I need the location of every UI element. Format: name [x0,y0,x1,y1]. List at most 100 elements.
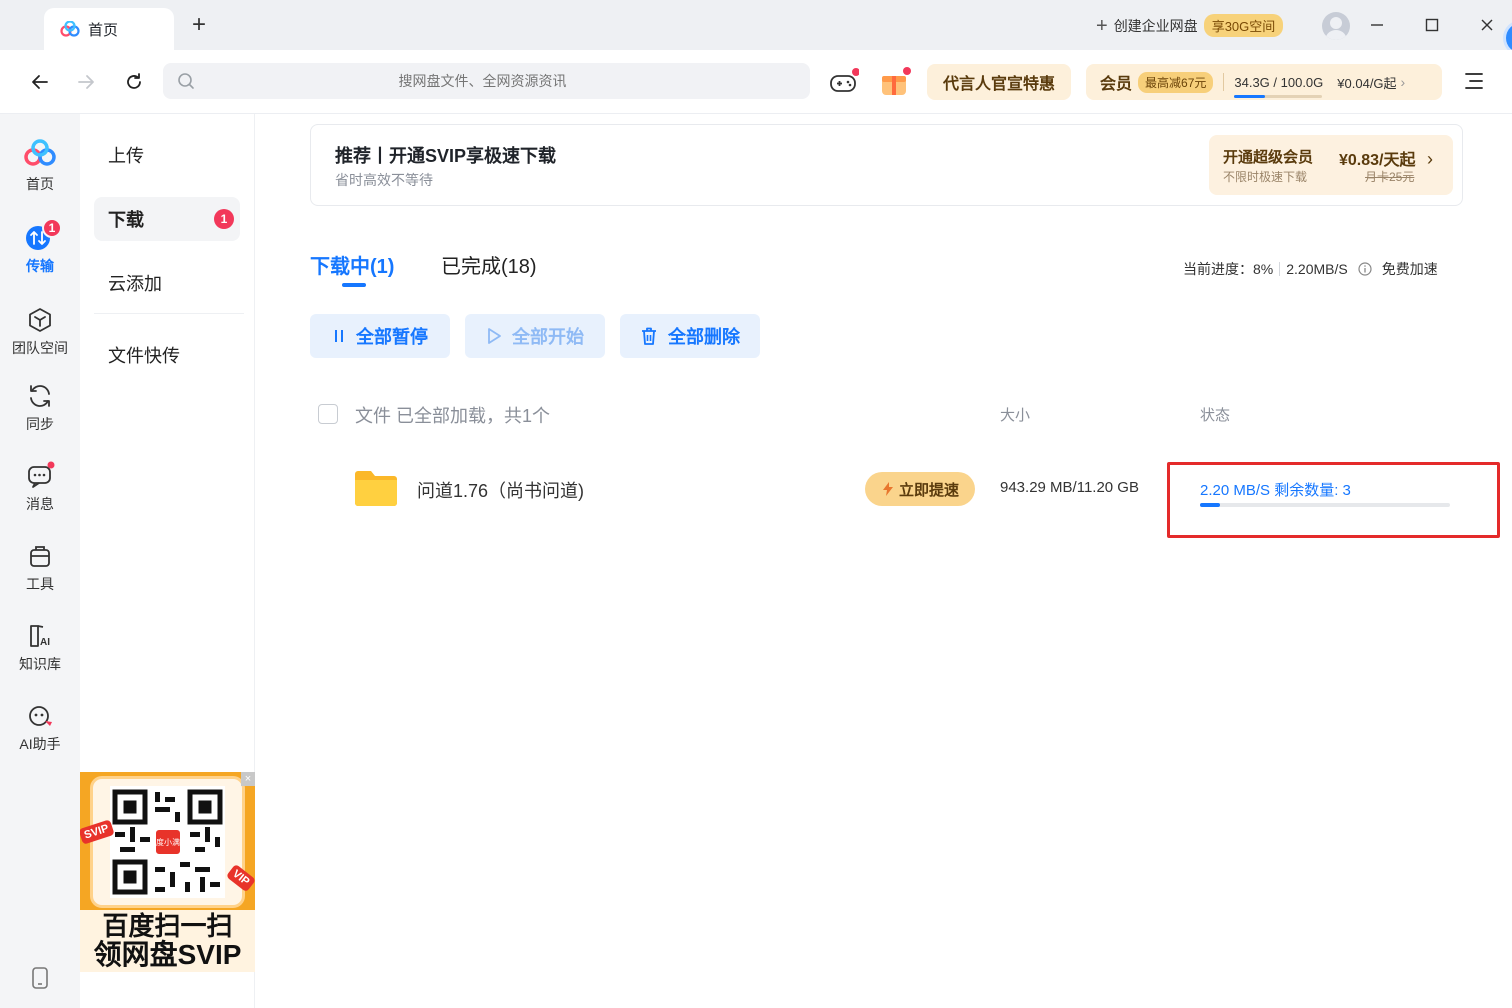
spokesperson-promo-button[interactable]: 代言人官宣特惠 [927,64,1071,100]
hamburger-menu-icon [1465,73,1483,89]
rail-label: 消息 [26,496,54,512]
refresh-icon [127,73,141,89]
free-accelerate-link[interactable]: 免费加速 [1382,259,1438,279]
forward-button[interactable] [72,68,100,96]
ad-line-1: 百度扫一扫 [102,911,233,941]
game-button[interactable] [829,68,859,96]
svip-banner: 推荐丨开通SVIP享极速下载 省时高效不等待 开通超级会员 不限时极速下载 ¥0… [310,124,1463,206]
phone-icon[interactable] [31,966,49,990]
rail-label: 知识库 [19,656,61,672]
open-svip-button[interactable]: 开通超级会员 不限时极速下载 ¥0.83/天起 月卡25元 › [1209,135,1453,195]
chevron-right-icon: › [1427,149,1433,169]
create-enterprise-button[interactable]: + 创建企业网盘 享30G空间 [1096,14,1284,37]
search-input[interactable] [195,73,810,89]
rail-label: 传输 [26,258,54,274]
rail-item-tools[interactable]: 工具 [0,542,80,594]
gift-icon [882,67,911,95]
chevron-right-icon: › [1400,74,1406,90]
menu-button[interactable] [1462,70,1486,92]
tab-completed[interactable]: 已完成(18) [441,250,537,279]
pause-icon [335,330,343,342]
rail-label: AI助手 [19,736,61,752]
vip-old-price: 月卡25元 [1365,170,1415,184]
enterprise-label: 创建企业网盘 [1113,17,1198,34]
start-all-label: 全部开始 [512,327,584,347]
title-bar: 首页 + + 创建企业网盘 享30G空间 [0,0,1512,56]
speed-up-label: 立即提速 [898,481,959,499]
subnav-item-quick-transfer[interactable]: 文件快传 [94,333,240,377]
storage-bar-fill [1234,94,1265,98]
status-column-header: 状态 [1200,407,1231,424]
plus-icon: + [1096,14,1108,37]
back-button[interactable] [26,68,54,96]
speed-label: 2.20MB/S [1286,261,1348,277]
progress-label: 当前进度：8% [1183,261,1274,277]
file-column-header: 文件 已全部加载，共1个 [355,406,551,426]
highlight-box [1167,462,1500,538]
rail-item-knowledge[interactable]: AI 知识库 [0,622,80,674]
banner-title: 推荐丨开通SVIP享极速下载 [335,146,557,166]
cube-icon [29,308,51,332]
delete-all-label: 全部删除 [668,327,740,347]
storage-meter: 34.3G / 100.0G [1234,74,1324,98]
baidu-cloud-icon [60,21,80,37]
ai-assistant-icon [29,706,52,726]
subnav-item-upload[interactable]: 上传 [94,133,240,177]
arrow-right-icon [78,75,94,89]
sync-icon [30,385,50,407]
start-all-button[interactable]: 全部开始 [465,314,605,358]
message-icon [28,461,55,488]
left-rail: 首页 1 传输 团队空间 同步 消息 工具 AI 知识库 AI助手 [0,114,80,1008]
refresh-button[interactable] [120,68,148,96]
member-badge: 最高减67元 [1138,71,1214,93]
file-name: 问道1.76（尚书问道) [417,481,585,501]
subnav-label: 下载 [108,210,144,230]
rail-item-transfer[interactable]: 1 传输 [0,218,80,276]
file-size: 943.29 MB/11.20 GB [1000,479,1139,496]
speed-up-button[interactable]: 立即提速 [865,472,975,506]
pause-all-button[interactable]: 全部暂停 [310,314,450,358]
tab-downloading[interactable]: 下载中(1) [310,250,394,279]
close-button[interactable] [1472,12,1502,38]
rail-item-ai-assistant[interactable]: AI助手 [0,702,80,754]
delete-all-button[interactable]: 全部删除 [620,314,760,358]
gift-button[interactable] [879,66,913,98]
download-stats: 当前进度：8% 2.20MB/S 免费加速 [1183,259,1438,279]
play-icon [488,328,501,344]
new-tab-button[interactable]: + [192,13,206,37]
rail-item-messages[interactable]: 消息 [0,460,80,514]
enterprise-badge: 享30G空间 [1203,14,1284,37]
rail-item-sync[interactable]: 同步 [0,382,80,434]
ad-close-icon[interactable]: × [241,772,255,786]
rail-label: 团队空间 [12,340,68,356]
toolbar: 代言人官宣特惠 会员 最高减67元 34.3G / 100.0G ¥0.04/G… [0,50,1512,114]
cloud-logo-icon [24,139,56,166]
search-bar[interactable] [163,63,810,99]
select-all-checkbox[interactable] [318,404,338,424]
svg-text:AI: AI [40,637,50,648]
subnav-label: 文件快传 [108,346,180,366]
folder-icon [353,468,399,508]
svip-ad[interactable]: 度小满 SVIP VIP × 百度扫一扫 领网盘SVIP [80,772,255,972]
rail-item-home[interactable]: 首页 [0,138,80,194]
member-label: 会员 [1100,76,1133,93]
storage-label: 34.3G / 100.0G [1234,74,1324,90]
member-promo[interactable]: 会员 最高减67元 34.3G / 100.0G ¥0.04/G起 › [1086,64,1442,100]
qr-code: 度小满 [110,786,225,898]
tab-home-label: 首页 [88,21,119,39]
tab-home[interactable]: 首页 [44,8,174,50]
avatar[interactable] [1322,12,1350,40]
subnav-item-cloud-add[interactable]: 云添加 [94,261,240,305]
subnav-label: 云添加 [108,274,162,294]
minimize-button[interactable] [1362,12,1392,38]
active-tab-indicator [342,283,366,287]
pause-all-label: 全部暂停 [356,327,428,347]
info-icon[interactable] [1358,262,1372,276]
subnav-divider [94,313,244,314]
subnav-item-download[interactable]: 下载 1 [94,197,240,241]
ad-line-2: 领网盘SVIP [93,939,242,970]
maximize-button[interactable] [1417,12,1447,38]
rail-item-team[interactable]: 团队空间 [0,306,80,358]
vip-title: 开通超级会员 [1223,149,1314,166]
transfer-badge: 1 [42,218,62,238]
